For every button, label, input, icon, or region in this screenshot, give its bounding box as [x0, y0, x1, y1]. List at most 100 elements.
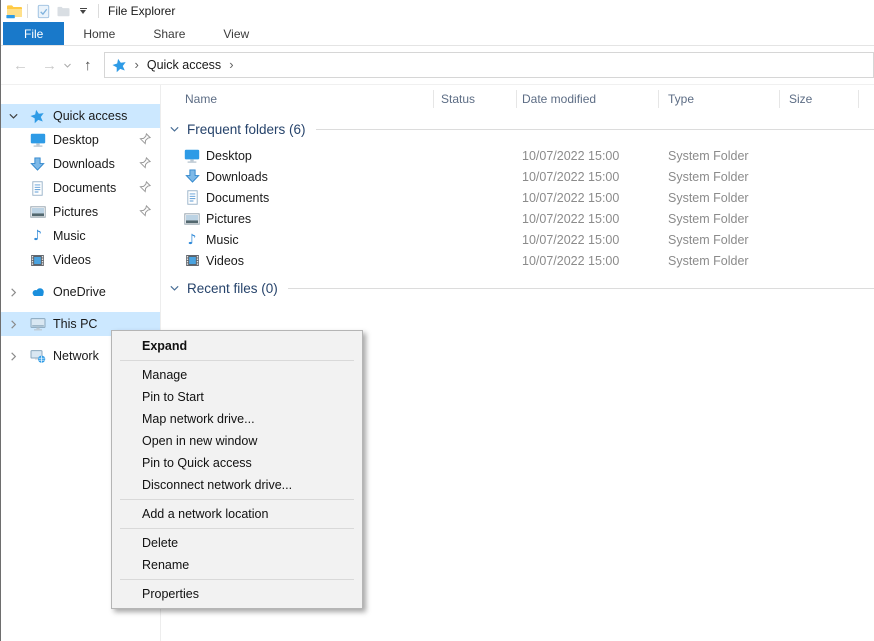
group-label: Frequent folders (6)	[187, 122, 306, 137]
menu-item-pin-to-quick-access[interactable]: Pin to Quick access	[112, 452, 362, 474]
chevron-down-icon[interactable]	[169, 283, 180, 294]
sidebar-item-label: This PC	[53, 317, 97, 331]
documents-icon	[29, 180, 46, 196]
file-name: Desktop	[206, 149, 252, 163]
file-type: System Folder	[659, 233, 780, 247]
file-explorer-logo-icon	[6, 3, 22, 19]
sidebar-item-videos[interactable]: Videos	[1, 248, 160, 272]
menu-item-delete[interactable]: Delete	[112, 532, 362, 554]
file-row-pictures[interactable]: Pictures 10/07/2022 15:00 System Folder	[161, 208, 874, 229]
chevron-right-icon[interactable]	[8, 287, 29, 298]
customize-quick-access-dropdown-icon[interactable]	[73, 2, 93, 20]
file-row-desktop[interactable]: Desktop 10/07/2022 15:00 System Folder	[161, 145, 874, 166]
file-type: System Folder	[659, 212, 780, 226]
network-icon	[29, 348, 46, 364]
file-type: System Folder	[659, 170, 780, 184]
this-pc-context-menu: Expand Manage Pin to Start Map network d…	[111, 330, 363, 609]
tab-file[interactable]: File	[3, 22, 64, 45]
breadcrumb-quick-access[interactable]: Quick access	[147, 58, 221, 72]
navigation-bar: ← → ↑ › Quick access ›	[1, 46, 874, 85]
group-header-recent-files[interactable]: Recent files (0)	[169, 278, 874, 298]
menu-item-pin-to-start[interactable]: Pin to Start	[112, 386, 362, 408]
videos-icon	[29, 252, 46, 268]
menu-item-expand[interactable]: Expand	[112, 335, 362, 357]
music-icon: ♪	[29, 228, 46, 244]
menu-separator	[120, 528, 354, 529]
file-type: System Folder	[659, 149, 780, 163]
ribbon-tab-bar: File Home Share View	[1, 22, 874, 46]
group-header-frequent-folders[interactable]: Frequent folders (6)	[169, 119, 874, 139]
menu-item-open-in-new-window[interactable]: Open in new window	[112, 430, 362, 452]
documents-icon	[184, 190, 200, 206]
file-row-documents[interactable]: Documents 10/07/2022 15:00 System Folder	[161, 187, 874, 208]
file-row-videos[interactable]: Videos 10/07/2022 15:00 System Folder	[161, 250, 874, 271]
file-explorer-window: File Explorer File Home Share View ← → ↑…	[0, 0, 874, 641]
menu-item-rename[interactable]: Rename	[112, 554, 362, 576]
address-bar[interactable]: › Quick access ›	[104, 52, 874, 78]
sidebar-item-label: Documents	[53, 181, 116, 195]
group-label: Recent files (0)	[187, 281, 278, 296]
forward-button-icon[interactable]: →	[42, 58, 57, 73]
sidebar-item-quick-access[interactable]: Quick access	[1, 104, 160, 128]
file-date-modified: 10/07/2022 15:00	[517, 170, 659, 184]
file-type: System Folder	[659, 254, 780, 268]
new-folder-icon[interactable]	[53, 2, 73, 20]
column-header-size[interactable]: Size	[780, 90, 859, 108]
chevron-down-icon[interactable]	[169, 124, 180, 135]
sidebar-item-pictures[interactable]: Pictures	[1, 200, 160, 224]
sidebar-item-label: Network	[53, 349, 99, 363]
pin-icon	[139, 181, 151, 193]
sidebar-item-onedrive[interactable]: OneDrive	[1, 280, 160, 304]
file-name: Downloads	[206, 170, 268, 184]
chevron-right-icon[interactable]	[8, 319, 29, 330]
menu-separator	[120, 499, 354, 500]
sidebar-item-label: Videos	[53, 253, 91, 267]
file-name: Videos	[206, 254, 244, 268]
tab-share[interactable]: Share	[134, 22, 204, 45]
back-button-icon[interactable]: ←	[13, 58, 28, 73]
properties-icon[interactable]	[33, 2, 53, 20]
file-name: Pictures	[206, 212, 251, 226]
menu-item-add-a-network-location[interactable]: Add a network location	[112, 503, 362, 525]
column-header-date-modified[interactable]: Date modified	[517, 90, 659, 108]
sidebar-item-label: Downloads	[53, 157, 115, 171]
file-row-downloads[interactable]: Downloads 10/07/2022 15:00 System Folder	[161, 166, 874, 187]
this-pc-icon	[29, 316, 46, 332]
file-date-modified: 10/07/2022 15:00	[517, 191, 659, 205]
menu-item-manage[interactable]: Manage	[112, 364, 362, 386]
titlebar-divider	[98, 4, 99, 18]
file-date-modified: 10/07/2022 15:00	[517, 254, 659, 268]
sidebar-item-downloads[interactable]: Downloads	[1, 152, 160, 176]
sidebar-item-desktop[interactable]: Desktop	[1, 128, 160, 152]
tab-home[interactable]: Home	[64, 22, 134, 45]
menu-item-map-network-drive[interactable]: Map network drive...	[112, 408, 362, 430]
column-header-type[interactable]: Type	[659, 90, 780, 108]
sidebar-item-music[interactable]: ♪ Music	[1, 224, 160, 248]
chevron-down-icon[interactable]	[8, 111, 29, 122]
file-row-music[interactable]: ♪Music 10/07/2022 15:00 System Folder	[161, 229, 874, 250]
breadcrumb-chevron-icon[interactable]: ›	[229, 57, 233, 72]
group-rule	[288, 288, 874, 289]
breadcrumb-chevron-icon[interactable]: ›	[135, 57, 139, 72]
downloads-icon	[184, 169, 200, 185]
sidebar-item-label: OneDrive	[53, 285, 106, 299]
up-button-icon[interactable]: ↑	[84, 58, 92, 73]
sidebar-item-label: Pictures	[53, 205, 98, 219]
pin-icon	[139, 157, 151, 169]
sidebar-item-label: Quick access	[53, 109, 127, 123]
downloads-icon	[29, 156, 46, 172]
menu-item-properties[interactable]: Properties	[112, 583, 362, 605]
pin-icon	[139, 205, 151, 217]
pictures-icon	[184, 211, 200, 227]
file-type: System Folder	[659, 191, 780, 205]
tab-view[interactable]: View	[204, 22, 268, 45]
chevron-right-icon[interactable]	[8, 351, 29, 362]
sidebar-item-documents[interactable]: Documents	[1, 176, 160, 200]
window-title: File Explorer	[108, 4, 175, 18]
column-header-status[interactable]: Status	[434, 90, 517, 108]
menu-separator	[120, 360, 354, 361]
recent-locations-dropdown-icon[interactable]	[63, 61, 72, 70]
sidebar-item-label: Music	[53, 229, 86, 243]
column-header-name[interactable]: Name	[161, 90, 434, 108]
menu-item-disconnect-network-drive[interactable]: Disconnect network drive...	[112, 474, 362, 496]
